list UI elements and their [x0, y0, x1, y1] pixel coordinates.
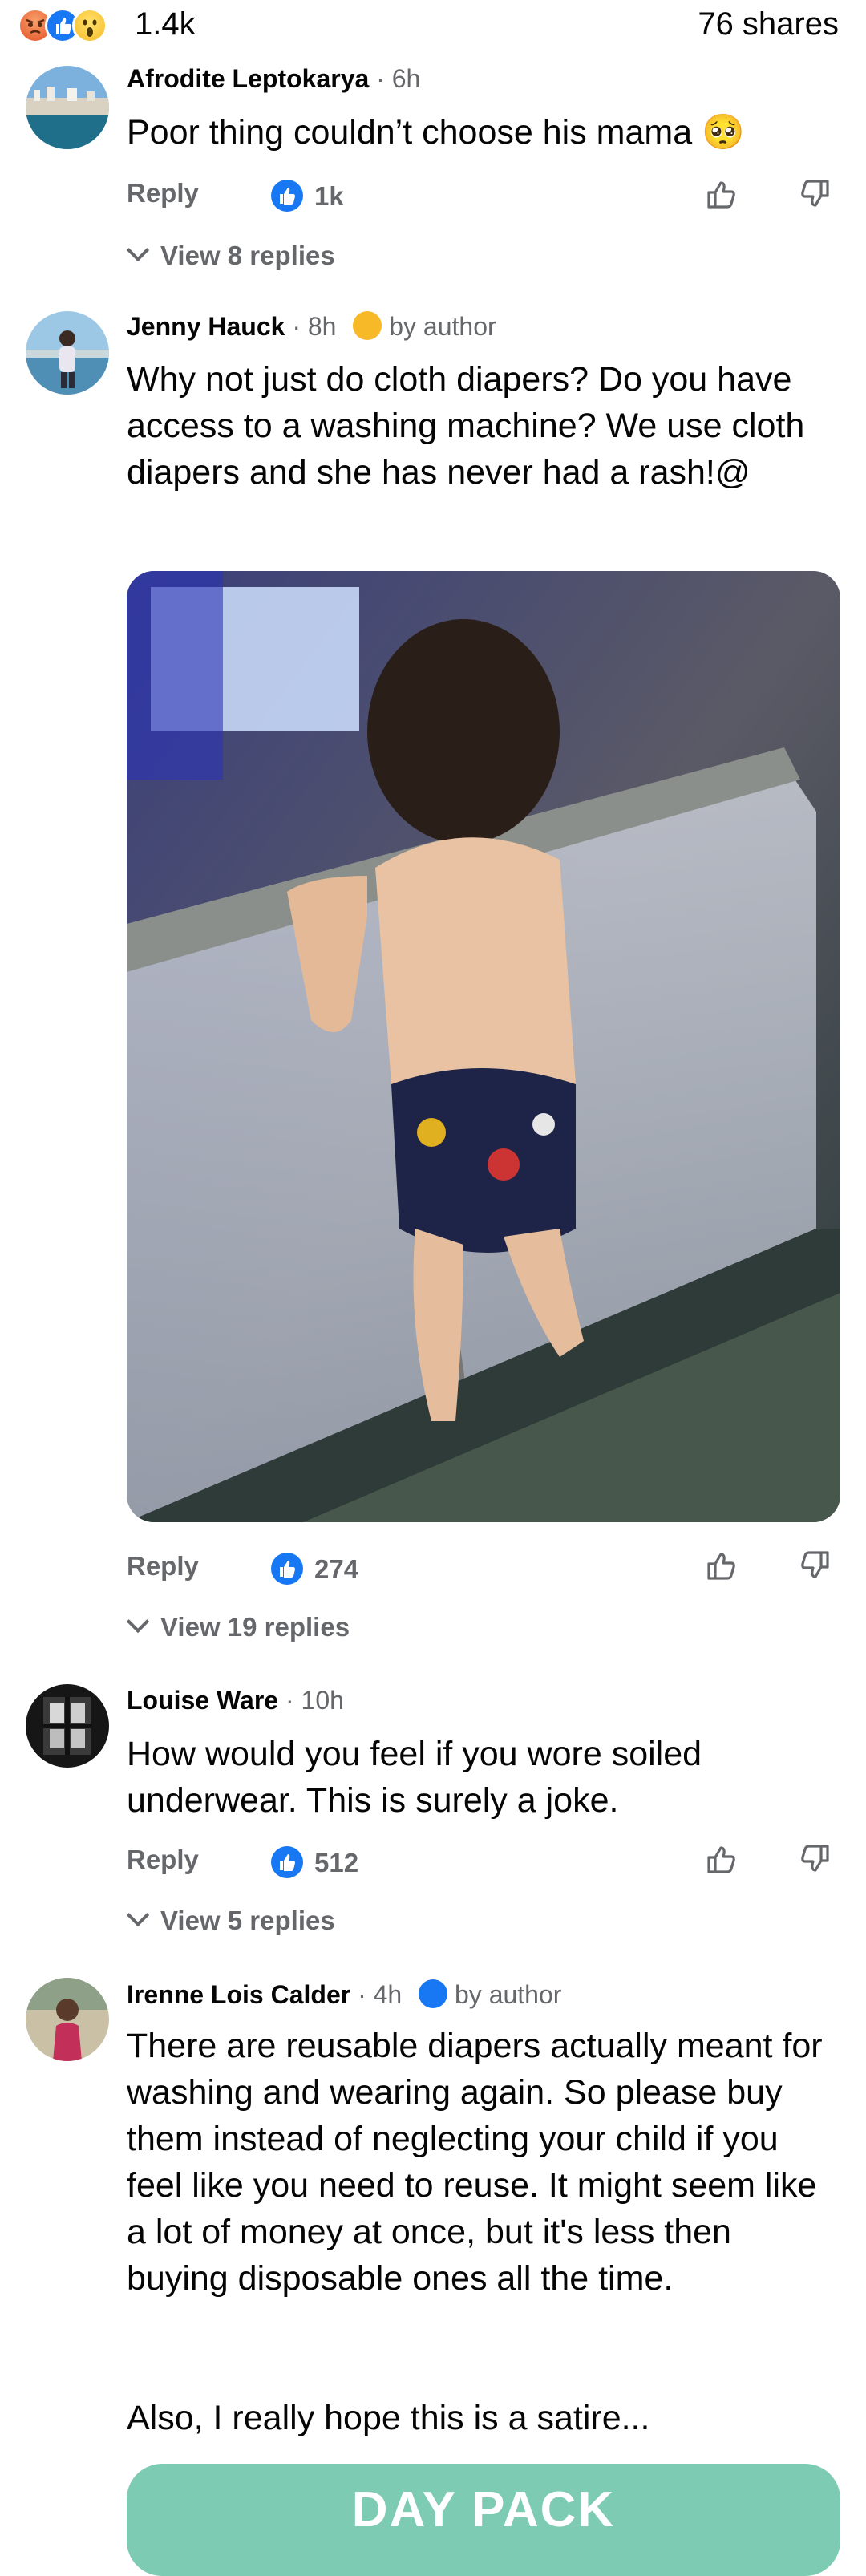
- comment-text: Why not just do cloth diapers? Do you ha…: [127, 360, 805, 492]
- comment-author-line: Afrodite Leptokarya · 6h: [127, 64, 421, 93]
- reply-button[interactable]: Reply: [127, 1551, 199, 1582]
- comment-author-line: Irenne Lois Calder · 4h by author: [127, 1979, 562, 2009]
- reply-button[interactable]: Reply: [127, 1845, 199, 1875]
- thumbs-up-icon[interactable]: [702, 175, 741, 213]
- thumbs-up-icon[interactable]: [702, 1546, 741, 1585]
- ad-banner-text: DAY PACK: [351, 2482, 616, 2538]
- avatar[interactable]: [26, 1684, 109, 1768]
- ad-banner[interactable]: DAY PACK: [127, 2464, 840, 2576]
- comment-time: 10h: [301, 1686, 344, 1715]
- reply-button[interactable]: Reply: [127, 178, 199, 209]
- avatar[interactable]: [26, 66, 109, 149]
- wow-icon: [72, 8, 107, 43]
- shares-count[interactable]: 76 shares: [698, 6, 839, 43]
- comment-text-continued: Also, I really hope this is a satire...: [127, 2399, 650, 2437]
- author-badge: by author: [389, 312, 496, 341]
- author-name[interactable]: Irenne Lois Calder: [127, 1980, 350, 2009]
- comment-text: There are reusable diapers actually mean…: [127, 2027, 823, 2298]
- thumbs-up-icon[interactable]: [702, 1840, 741, 1878]
- author-badge-icon: [353, 311, 382, 340]
- like-count[interactable]: 512: [314, 1848, 358, 1878]
- avatar[interactable]: [26, 311, 109, 395]
- comment-author-line: Jenny Hauck · 8h by author: [127, 311, 496, 341]
- view-replies-link[interactable]: View 19 replies: [126, 1610, 350, 1642]
- comment-time: 6h: [391, 64, 421, 93]
- chevron-down-icon: [126, 1903, 150, 1927]
- view-replies-link[interactable]: View 8 replies: [126, 238, 335, 271]
- like-badge-icon: [271, 1846, 303, 1878]
- comment-photo[interactable]: [127, 571, 840, 1522]
- author-badge: by author: [455, 1980, 562, 2009]
- reactions-summary-bar: 1.4k 76 shares: [0, 0, 866, 56]
- like-badge-icon: [271, 180, 303, 212]
- author-name[interactable]: Afrodite Leptokarya: [127, 64, 369, 93]
- reaction-icons[interactable]: [18, 8, 130, 43]
- chevron-down-icon: [126, 1610, 150, 1634]
- reaction-count[interactable]: 1.4k: [135, 6, 196, 43]
- thumbs-down-icon[interactable]: [795, 1546, 834, 1585]
- comment-author-line: Louise Ware · 10h: [127, 1686, 344, 1715]
- chevron-down-icon: [126, 238, 150, 262]
- thumbs-down-icon[interactable]: [795, 175, 834, 213]
- avatar[interactable]: [26, 1978, 109, 2061]
- comment-time: 8h: [307, 312, 337, 341]
- thumbs-down-icon[interactable]: [795, 1840, 834, 1878]
- comment-text: Poor thing couldn’t choose his mama 🥺: [127, 113, 745, 152]
- author-name[interactable]: Jenny Hauck: [127, 312, 285, 341]
- author-name[interactable]: Louise Ware: [127, 1686, 278, 1715]
- like-count[interactable]: 274: [314, 1554, 358, 1585]
- comment-text: How would you feel if you wore soiled un…: [127, 1735, 702, 1820]
- author-badge-icon: [419, 1979, 448, 2008]
- view-replies-link[interactable]: View 5 replies: [126, 1903, 335, 1936]
- like-badge-icon: [271, 1553, 303, 1585]
- comment-time: 4h: [373, 1980, 403, 2009]
- like-count[interactable]: 1k: [314, 181, 344, 212]
